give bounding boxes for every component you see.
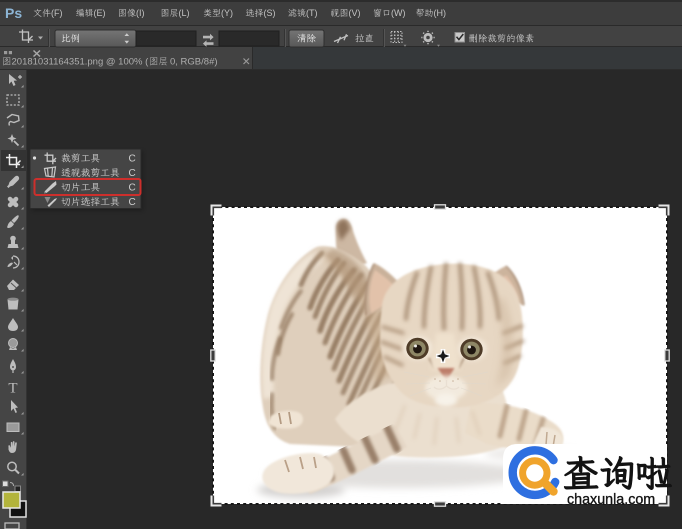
svg-text:C: C: [129, 168, 136, 179]
svg-text:chaxunla.com: chaxunla.com: [567, 492, 655, 508]
svg-text:C: C: [129, 183, 136, 194]
svg-text:(E): (E): [94, 8, 106, 18]
svg-text:(I): (I): [136, 8, 145, 18]
svg-text:Ps: Ps: [5, 5, 22, 21]
svg-text:20181031164351.png @ 100% (: 20181031164351.png @ 100% (: [12, 57, 150, 68]
svg-text:(L): (L): [179, 8, 190, 18]
svg-text:T: T: [8, 381, 17, 397]
svg-text:(V): (V): [349, 8, 361, 18]
svg-text:(F): (F): [51, 8, 63, 18]
svg-text:(H): (H): [434, 8, 447, 18]
svg-text:(Y): (Y): [221, 8, 233, 18]
svg-text:0, RGB/8#): 0, RGB/8#): [170, 57, 218, 68]
svg-text:(W): (W): [391, 8, 406, 18]
svg-text:C: C: [129, 197, 136, 208]
svg-text:(T): (T): [306, 8, 318, 18]
svg-text:(S): (S): [264, 8, 276, 18]
svg-text:C: C: [129, 154, 136, 165]
